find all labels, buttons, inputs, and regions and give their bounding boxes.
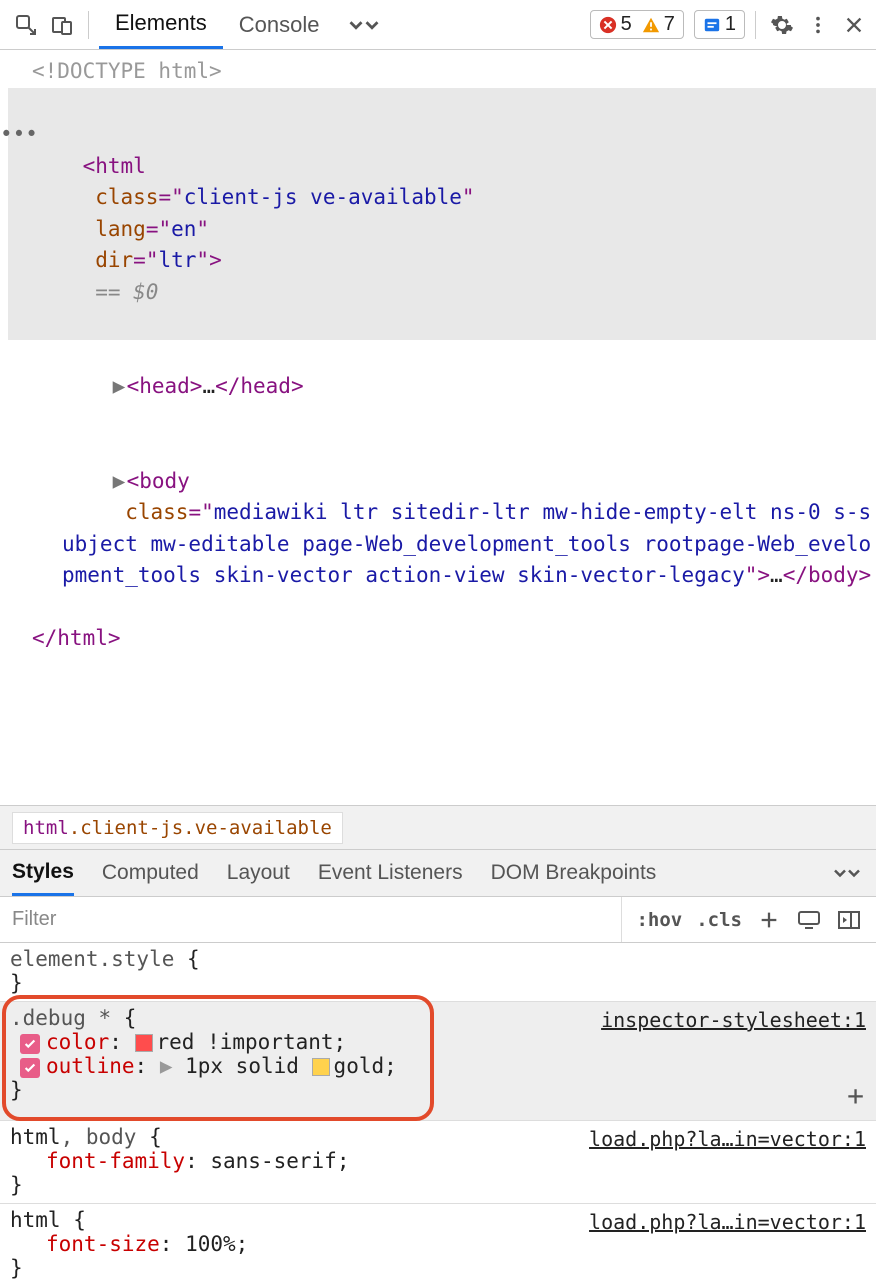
elements-tree[interactable]: <!DOCTYPE html> ••• <html class="client-… (0, 50, 876, 805)
new-style-rule-icon[interactable] (756, 907, 782, 933)
rule-html-body[interactable]: load.php?la…in=vector:1 html, body { fon… (0, 1121, 876, 1204)
rule-element-style[interactable]: element.style { } (0, 943, 876, 1002)
breadcrumb-chip[interactable]: html.client-js.ve-available (12, 812, 343, 844)
warning-count: 7 (664, 13, 675, 36)
rule-source-link[interactable]: load.php?la…in=vector:1 (589, 1210, 866, 1234)
rule-source-link[interactable]: load.php?la…in=vector:1 (589, 1127, 866, 1151)
device-toggle-icon[interactable] (46, 9, 78, 41)
add-rule-icon[interactable]: + (847, 1079, 864, 1112)
tab-elements[interactable]: Elements (99, 0, 223, 49)
styles-filter-input[interactable] (0, 897, 621, 942)
dom-head[interactable]: ▶<head>…</head> (8, 340, 876, 435)
panel-tab-event-listeners[interactable]: Event Listeners (318, 850, 463, 896)
kebab-menu-icon[interactable] (802, 9, 834, 41)
error-icon (599, 16, 617, 34)
issues-count: 1 (725, 13, 736, 36)
styles-rules: element.style { } inspector-stylesheet:1… (0, 943, 876, 1286)
rule-html[interactable]: load.php?la…in=vector:1 html { font-size… (0, 1204, 876, 1286)
toolbar-divider (88, 11, 89, 39)
styles-filter-row: :hov .cls (0, 897, 876, 943)
breadcrumb: html.client-js.ve-available (0, 805, 876, 849)
dom-html-close[interactable]: </html> (8, 623, 876, 655)
issues-badge[interactable]: 1 (694, 10, 745, 39)
panel-tab-styles[interactable]: Styles (12, 850, 74, 896)
dom-doctype[interactable]: <!DOCTYPE html> (8, 56, 876, 88)
toolbar-divider (755, 11, 756, 39)
panel-tabs: Styles Computed Layout Event Listeners D… (0, 849, 876, 897)
tab-console[interactable]: Console (223, 0, 336, 49)
close-icon[interactable] (838, 9, 870, 41)
color-swatch[interactable] (135, 1034, 153, 1052)
settings-gear-icon[interactable] (766, 9, 798, 41)
cls-toggle[interactable]: .cls (696, 909, 742, 931)
tab-overflow[interactable] (335, 0, 393, 49)
panel-tab-computed[interactable]: Computed (102, 850, 199, 896)
color-swatch[interactable] (312, 1058, 330, 1076)
property-toggle-checkbox[interactable] (20, 1058, 40, 1078)
inspect-icon[interactable] (10, 9, 42, 41)
dom-html-open[interactable]: ••• <html class="client-js ve-available"… (8, 88, 876, 340)
computed-layout-icon[interactable] (796, 907, 822, 933)
expand-triangle-icon[interactable]: ▶ (160, 1054, 185, 1078)
rule-source-link[interactable]: inspector-stylesheet:1 (601, 1008, 866, 1032)
selection-dots-icon: ••• (0, 119, 38, 151)
expand-triangle-icon[interactable]: ▶ (113, 371, 127, 403)
property-toggle-checkbox[interactable] (20, 1034, 40, 1054)
top-tabs: Elements Console (99, 0, 393, 49)
hov-toggle[interactable]: :hov (636, 909, 682, 931)
selection-ref: == $0 (83, 280, 159, 304)
dom-body[interactable]: ▶<body class="mediawiki ltr sitedir-ltr … (8, 434, 876, 623)
rule-debug[interactable]: inspector-stylesheet:1 .debug * { color:… (0, 1002, 876, 1121)
panel-tab-dom-breakpoints[interactable]: DOM Breakpoints (491, 850, 657, 896)
warning-icon (642, 16, 660, 34)
panel-tab-layout[interactable]: Layout (227, 850, 290, 896)
error-warning-badge[interactable]: 5 7 (590, 10, 684, 39)
panel-tab-overflow[interactable] (830, 850, 864, 896)
issues-icon (703, 16, 721, 34)
devtools-toolbar: Elements Console 5 7 1 (0, 0, 876, 50)
expand-triangle-icon[interactable]: ▶ (113, 466, 127, 498)
error-count: 5 (621, 13, 632, 36)
toggle-sidebar-icon[interactable] (836, 907, 862, 933)
